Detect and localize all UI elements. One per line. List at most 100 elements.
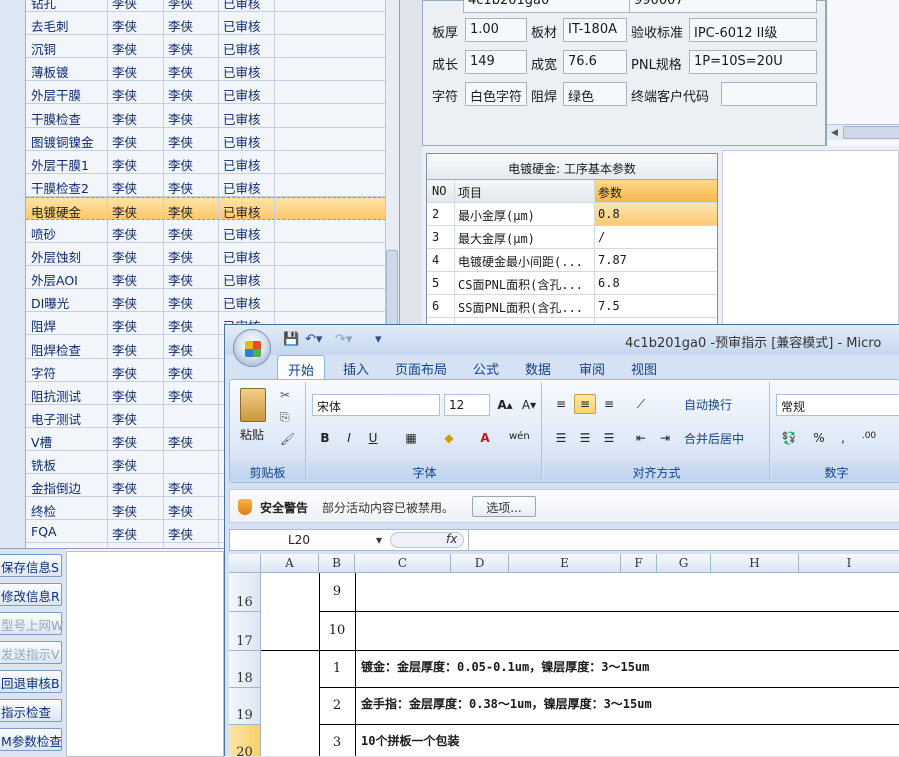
action-button[interactable]: 型号上网W xyxy=(0,612,63,635)
font-size-box[interactable]: 12 xyxy=(444,394,490,416)
process-row[interactable]: 电镀硬金 李侠 李侠 已审核 xyxy=(26,196,396,220)
row-header[interactable]: 20 xyxy=(229,725,261,756)
width-field[interactable]: 76.6 xyxy=(563,50,627,74)
row-header[interactable]: 19 xyxy=(229,688,261,725)
shrink-font-icon[interactable]: A▾ xyxy=(518,395,540,415)
param-row[interactable]: 6 SS面PNL面积(含孔... 7.5 xyxy=(427,295,717,318)
column-header[interactable]: F xyxy=(621,554,657,573)
align-top-icon[interactable]: ≡ xyxy=(550,394,572,414)
action-button[interactable]: 指示检查 xyxy=(0,699,62,722)
column-header[interactable]: D xyxy=(451,554,509,573)
board-thickness-field[interactable]: 1.00 xyxy=(465,18,527,42)
param-row[interactable]: 2 最小金厚(μm) 0.8 xyxy=(427,203,717,226)
align-bottom-icon[interactable]: ≡ xyxy=(598,394,620,414)
param-row[interactable]: 5 CS面PNL面积(含孔... 6.8 xyxy=(427,272,717,295)
decrease-indent-icon[interactable]: ⇤ xyxy=(630,428,652,448)
process-row[interactable]: DI曝光 李侠 李侠 已审核 xyxy=(26,289,396,313)
process-row[interactable]: 外层干膜 李侠 李侠 已审核 xyxy=(26,81,396,105)
wrap-text-button[interactable]: 自动换行 xyxy=(684,396,732,413)
process-row[interactable]: 外层干膜1 李侠 李侠 已审核 xyxy=(26,151,396,174)
underline-icon[interactable]: U xyxy=(362,428,384,448)
copy-icon[interactable]: ⎘ xyxy=(280,410,290,425)
instruction-text-cell[interactable]: 镀金：金层厚度：0.05-0.1um，镍层厚度：3～15um xyxy=(361,658,649,675)
row-header[interactable]: 17 xyxy=(229,612,261,651)
name-box-dropdown-icon[interactable]: ▾ xyxy=(376,533,382,547)
column-header[interactable]: B xyxy=(319,554,355,573)
align-center-icon[interactable]: ☰ xyxy=(574,428,596,448)
item-number-cell[interactable]: 1 xyxy=(319,661,355,676)
font-name-box[interactable]: 宋体 xyxy=(312,394,440,416)
column-header[interactable]: E xyxy=(509,554,621,573)
align-right-icon[interactable]: ☰ xyxy=(598,428,620,448)
save-icon[interactable]: 💾 xyxy=(283,332,299,347)
column-header[interactable]: I xyxy=(799,554,899,573)
process-row[interactable]: 去毛刺 李侠 李侠 已审核 xyxy=(26,12,396,36)
worksheet-grid[interactable]: A B C D E F G H I 16 9 17 10 18 1 镀金：金层厚度：0.05-0.1um，镍层… xyxy=(229,554,899,756)
legend-field[interactable]: 白色字符 xyxy=(465,82,527,106)
tab-insert[interactable]: 插入 xyxy=(343,359,369,378)
column-header[interactable]: A xyxy=(261,554,319,573)
acceptance-field[interactable]: IPC-6012 II级 xyxy=(689,18,817,42)
increase-decimal-icon[interactable]: .00 xyxy=(858,428,880,448)
column-header[interactable]: G xyxy=(657,554,711,573)
part-number-field[interactable]: 4c1b201ga0 xyxy=(463,0,641,13)
border-icon[interactable]: ▦ xyxy=(400,428,422,448)
font-color-icon[interactable]: A xyxy=(474,428,496,448)
process-row[interactable]: 外层AOI 李侠 李侠 已审核 xyxy=(26,266,396,290)
column-header[interactable]: H xyxy=(711,554,799,573)
item-number-cell[interactable]: 9 xyxy=(319,584,355,599)
percent-icon[interactable]: % xyxy=(808,428,830,448)
column-header[interactable]: C xyxy=(355,554,451,573)
mask-field[interactable]: 绿色 xyxy=(563,82,627,106)
align-left-icon[interactable]: ☰ xyxy=(550,428,572,448)
process-row[interactable]: 沉铜 李侠 李侠 已审核 xyxy=(26,35,396,59)
instruction-text-cell[interactable]: 金手指：金层厚度：0.38～1um，镍层厚度：3～15um xyxy=(361,695,652,712)
instruction-text-cell[interactable]: 10个拼板一个包装 xyxy=(361,732,459,749)
format-painter-icon[interactable]: 🖌 xyxy=(280,432,295,446)
action-button[interactable]: 回退审核B xyxy=(0,670,62,693)
undo-icon[interactable]: ↶▾ xyxy=(305,332,322,347)
cut-icon[interactable]: ✂ xyxy=(280,388,290,402)
select-all-corner[interactable] xyxy=(229,554,261,573)
increase-indent-icon[interactable]: ⇥ xyxy=(654,428,676,448)
grow-font-icon[interactable]: A▴ xyxy=(494,395,516,415)
process-row[interactable]: 外层蚀刻 李侠 李侠 已审核 xyxy=(26,243,396,267)
action-button[interactable]: 保存信息S xyxy=(0,554,62,577)
redo-icon[interactable]: ↷▾ xyxy=(335,332,352,347)
paste-icon[interactable] xyxy=(240,388,266,422)
qat-dropdown-icon[interactable]: ▾ xyxy=(375,332,382,347)
material-field[interactable]: IT-180A xyxy=(563,18,627,42)
currency-icon[interactable]: 💱 xyxy=(778,428,800,448)
phonetic-icon[interactable]: wén xyxy=(508,428,530,448)
options-button[interactable]: 选项... xyxy=(472,496,536,517)
tab-home[interactable]: 开始 xyxy=(277,355,326,380)
param-row[interactable]: 4 电镀硬金最小间距(... 7.87 xyxy=(427,249,717,272)
align-middle-icon[interactable]: ≡ xyxy=(574,394,596,414)
process-row[interactable]: 薄板镀 李侠 李侠 已审核 xyxy=(26,58,396,82)
horizontal-scrollbar[interactable]: ◀ xyxy=(827,124,899,140)
merge-center-button[interactable]: 合并后居中 xyxy=(684,430,744,447)
row-header[interactable]: 18 xyxy=(229,651,261,688)
customer-code-field[interactable] xyxy=(721,82,817,106)
tab-page-layout[interactable]: 页面布局 xyxy=(395,359,447,378)
tab-data[interactable]: 数据 xyxy=(525,359,551,378)
pnl-field[interactable]: 1P=10S=20U xyxy=(689,50,817,74)
paste-label[interactable]: 粘贴 xyxy=(240,426,264,443)
name-box[interactable]: L20 xyxy=(288,533,310,547)
function-icon[interactable]: fx xyxy=(446,532,457,546)
action-button[interactable]: M参数检查 xyxy=(0,728,62,751)
action-button[interactable]: 修改信息R xyxy=(0,583,62,606)
scroll-left-icon[interactable]: ◀ xyxy=(831,128,838,138)
bold-icon[interactable]: B xyxy=(314,428,336,448)
tab-formulas[interactable]: 公式 xyxy=(473,359,499,378)
process-row[interactable]: 钻孔 李侠 李侠 已审核 xyxy=(26,0,396,12)
row-header[interactable]: 16 xyxy=(229,573,261,612)
orientation-icon[interactable]: ⟋ xyxy=(630,394,652,414)
comma-icon[interactable]: , xyxy=(832,428,854,448)
italic-icon[interactable]: I xyxy=(338,428,360,448)
process-row[interactable]: 干膜检查 李侠 李侠 已审核 xyxy=(26,105,396,128)
length-field[interactable]: 149 xyxy=(465,50,527,74)
tab-review[interactable]: 审阅 xyxy=(579,359,605,378)
tab-view[interactable]: 视图 xyxy=(631,359,657,378)
action-button[interactable]: 发送指示V xyxy=(0,641,62,664)
